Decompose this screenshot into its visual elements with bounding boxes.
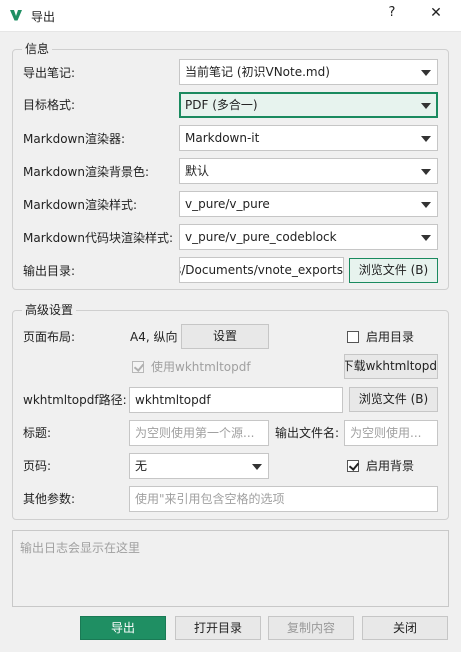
output-log[interactable]: 输出日志会显示在这里 xyxy=(12,530,449,607)
enable-toc-label: 启用目录 xyxy=(366,330,415,344)
renderer-value: Markdown-it xyxy=(185,131,260,145)
chevron-down-icon xyxy=(421,169,431,175)
output-filename-input[interactable]: 为空则使用... xyxy=(344,420,438,446)
export-button[interactable]: 导出 xyxy=(80,616,166,640)
code-style-combo[interactable]: v_pure/v_pure_codeblock xyxy=(179,224,438,250)
chevron-down-icon xyxy=(421,202,431,208)
wk-path-label: wkhtmltopdf路径: xyxy=(23,393,127,407)
browse-wk-path-button[interactable]: 浏览文件 (B) xyxy=(349,387,438,412)
checkbox-icon xyxy=(347,460,359,472)
enable-background-checkbox[interactable]: 启用背景 xyxy=(347,459,414,473)
page-number-value: 无 xyxy=(135,459,148,473)
target-format-label: 目标格式: xyxy=(23,98,76,112)
page-number-combo[interactable]: 无 xyxy=(129,453,269,479)
render-bg-label: Markdown渲染背景色: xyxy=(23,165,150,179)
output-dir-input[interactable]: C:/Users/Documents/vnote_exports xyxy=(179,257,344,283)
source-note-label: 导出笔记: xyxy=(23,66,76,80)
page-layout-value: A4, 纵向 xyxy=(130,330,178,344)
render-bg-value: 默认 xyxy=(185,164,210,178)
chevron-down-icon xyxy=(252,464,262,470)
enable-toc-checkbox[interactable]: 启用目录 xyxy=(347,330,414,344)
wk-path-input[interactable]: wkhtmltopdf xyxy=(129,387,343,413)
target-format-value: PDF (多合一) xyxy=(185,98,258,112)
checkbox-icon xyxy=(132,361,144,373)
enable-background-label: 启用背景 xyxy=(366,459,415,473)
render-style-combo[interactable]: v_pure/v_pure xyxy=(179,191,438,217)
use-wkhtmltopdf-label: 使用wkhtmltopdf xyxy=(151,360,251,374)
close-button[interactable]: 关闭 xyxy=(362,616,448,640)
output-filename-label: 输出文件名: xyxy=(275,426,340,440)
copy-content-button[interactable]: 复制内容 xyxy=(268,616,354,640)
source-note-combo[interactable]: 当前笔记 (初识VNote.md) xyxy=(179,59,438,85)
window-title: 导出 xyxy=(31,10,56,24)
advanced-group-title: 高级设置 xyxy=(22,302,77,318)
source-note-value: 当前笔记 (初识VNote.md) xyxy=(185,65,330,79)
target-format-combo[interactable]: PDF (多合一) xyxy=(179,92,438,118)
render-style-value: v_pure/v_pure xyxy=(185,197,270,211)
download-wkhtmltopdf-button[interactable]: 下载wkhtmltopd xyxy=(344,354,438,379)
extra-args-label: 其他参数: xyxy=(23,492,76,506)
checkbox-icon xyxy=(347,331,359,343)
render-style-label: Markdown渲染样式: xyxy=(23,198,138,212)
close-icon[interactable]: ✕ xyxy=(426,5,446,25)
render-bg-combo[interactable]: 默认 xyxy=(179,158,438,184)
browse-output-dir-button[interactable]: 浏览文件 (B) xyxy=(349,258,438,283)
code-style-value: v_pure/v_pure_codeblock xyxy=(185,230,337,244)
use-wkhtmltopdf-checkbox[interactable]: 使用wkhtmltopdf xyxy=(132,360,251,374)
output-dir-label: 输出目录: xyxy=(23,264,76,278)
chevron-down-icon xyxy=(421,103,431,109)
title-bar: 导出 ? ✕ xyxy=(0,0,461,32)
chevron-down-icon xyxy=(421,235,431,241)
info-group-title: 信息 xyxy=(22,41,53,57)
renderer-label: Markdown渲染器: xyxy=(23,132,126,146)
renderer-combo[interactable]: Markdown-it xyxy=(179,125,438,151)
open-dir-button[interactable]: 打开目录 xyxy=(175,616,261,640)
chevron-down-icon xyxy=(421,136,431,142)
code-style-label: Markdown代码块渲染样式: xyxy=(23,231,174,245)
help-icon[interactable]: ? xyxy=(384,5,400,25)
title-input[interactable]: 为空则使用第一个源... xyxy=(129,420,269,446)
chevron-down-icon xyxy=(421,70,431,76)
page-layout-settings-button[interactable]: 设置 xyxy=(181,324,269,349)
page-number-label: 页码: xyxy=(23,459,52,473)
title-label: 标题: xyxy=(23,426,52,440)
extra-args-input[interactable]: 使用"来引用包含空格的选项 xyxy=(129,486,438,512)
page-layout-label: 页面布局: xyxy=(23,330,76,344)
vnote-logo-icon xyxy=(10,10,22,21)
